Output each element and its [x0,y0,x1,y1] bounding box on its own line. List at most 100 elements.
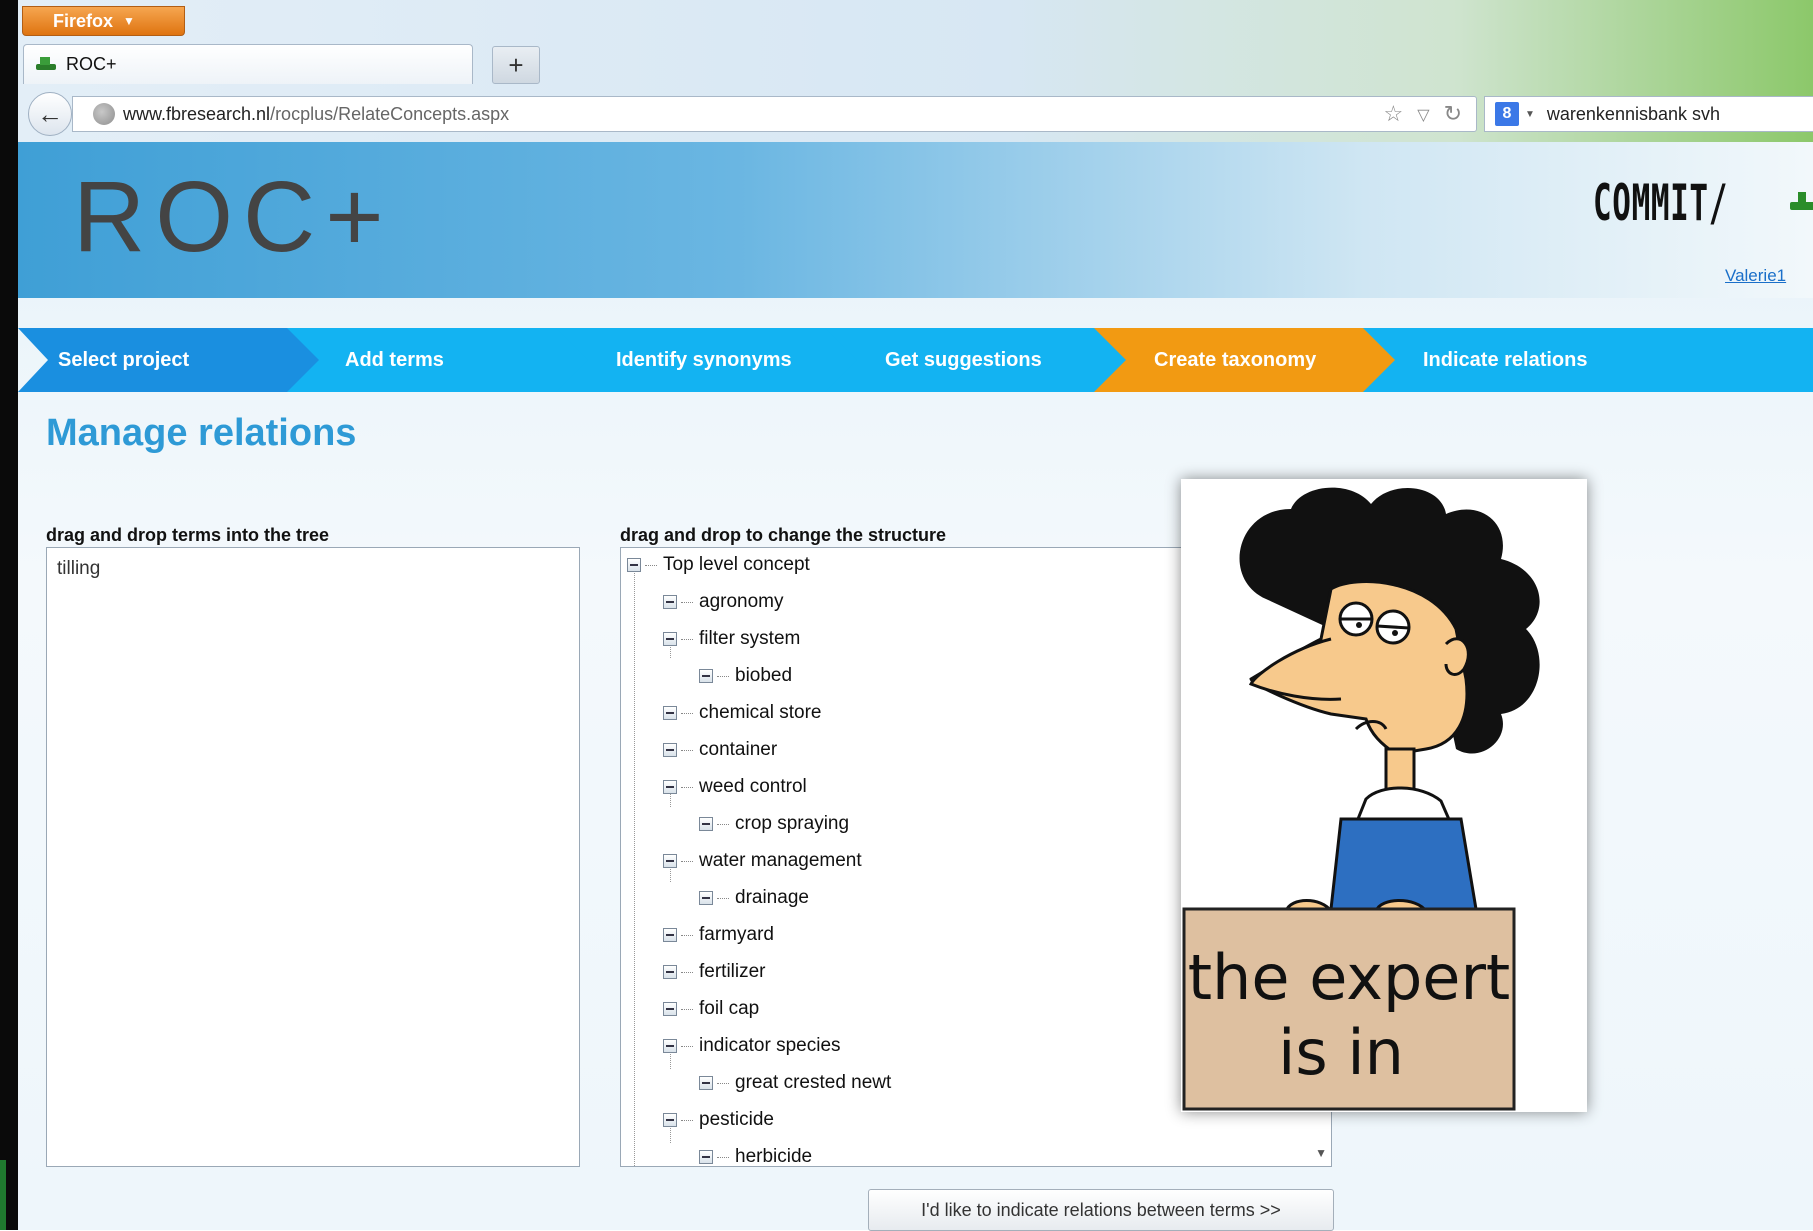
tree-node-label: water management [699,850,862,871]
tree-node-label: pesticide [699,1109,774,1130]
tree-label: drag and drop to change the structure [620,525,947,545]
site-logo[interactable]: ROC+ [73,160,394,275]
tractor-icon [34,56,60,74]
collapse-icon[interactable] [699,817,713,831]
tree-connector [681,1008,693,1010]
collapse-icon[interactable] [699,1076,713,1090]
step-indicate-relations[interactable]: Indicate relations [1363,328,1813,392]
search-engine-icon[interactable]: 8 [1495,102,1519,126]
tree-node-label: crop spraying [735,813,850,834]
tree-node[interactable]: fertilizer [663,958,766,986]
tree-connector [681,934,693,936]
tree-node-label: fertilizer [699,961,766,982]
commit-logo: COMMIT/ [1593,174,1728,232]
firefox-menu-button[interactable]: Firefox ▼ [22,6,185,36]
step-label: Create taxonomy [1154,348,1317,371]
tree-node[interactable]: biobed [699,662,792,690]
collapse-icon[interactable] [663,965,677,979]
browser-tab[interactable]: ROC+ [23,44,473,84]
collapse-icon[interactable] [663,706,677,720]
tree-node[interactable]: indicator species [663,1032,841,1060]
collapse-icon[interactable] [699,891,713,905]
tree-node[interactable]: Top level concept [627,551,810,579]
url-bar[interactable]: www.fbresearch.nl/rocplus/RelateConcepts… [72,96,1477,132]
tree-node-label: agronomy [699,591,784,612]
dropdown-arrow-icon[interactable]: ▽ [1417,105,1429,127]
tree-node[interactable]: water management [663,847,862,875]
tree-node-label: filter system [699,628,801,649]
page-title: Manage relations [46,412,357,454]
tree-node[interactable]: great crested newt [699,1069,891,1097]
new-tab-button[interactable]: + [492,46,540,84]
tree-node[interactable]: chemical store [663,699,822,727]
tree-node-label: Top level concept [663,554,810,575]
globe-icon [93,103,115,125]
collapse-icon[interactable] [699,669,713,683]
url-domain: www.fbresearch.nl [123,103,271,124]
collapse-icon[interactable] [663,632,677,646]
tree-connector [681,749,693,751]
url-actions: ☆ ▽ ↻ [1384,101,1462,127]
tree-connector [681,601,693,603]
firefox-menu-label: Firefox [53,10,114,31]
tree-node[interactable]: drainage [699,884,809,912]
chevron-down-icon[interactable]: ▼ [1525,109,1535,120]
tree-connector [645,564,657,566]
terms-list[interactable]: tilling [46,547,580,1167]
collapse-icon[interactable] [663,854,677,868]
tab-title: ROC+ [66,54,117,74]
tree-node[interactable]: foil cap [663,995,759,1023]
search-bar[interactable]: 8 ▼ warenkennisbank svh [1484,96,1813,132]
collapse-icon[interactable] [663,928,677,942]
tree-node[interactable]: container [663,736,777,764]
collapse-icon[interactable] [627,558,641,572]
desktop-edge-accent [0,1160,6,1230]
tree-connector [681,786,693,788]
user-link[interactable]: Valerie1 [1725,266,1786,286]
scroll-down-icon[interactable]: ▼ [1315,1146,1327,1160]
sign-line-1: the expert [1188,941,1511,1014]
site-header: ROC+ COMMIT/ Valerie1 [18,142,1813,298]
collapse-icon[interactable] [663,1002,677,1016]
tree-connector [681,860,693,862]
tree-connector [717,823,729,825]
collapse-icon[interactable] [663,595,677,609]
collapse-icon[interactable] [663,743,677,757]
term-item[interactable]: tilling [57,558,569,580]
step-label: Identify synonyms [616,348,792,371]
tree-connector [681,1045,693,1047]
tree-node-label: biobed [735,665,793,686]
url-path: /rocplus/RelateConcepts.aspx [270,103,510,124]
tree-node[interactable]: weed control [663,773,807,801]
plus-icon: + [508,49,524,80]
tree-node[interactable]: herbicide [699,1143,813,1167]
back-button[interactable]: ← [28,92,72,136]
tree-connector [634,570,635,1166]
desktop-edge [0,0,18,1230]
tree-connector [717,675,729,677]
reload-icon[interactable]: ↻ [1444,101,1462,127]
tree-node[interactable]: filter system [663,625,800,653]
tree-node[interactable]: crop spraying [699,810,849,838]
expert-cartoon-image: the expert is in [1181,479,1587,1112]
collapse-icon[interactable] [663,780,677,794]
tree-node-label: herbicide [735,1146,813,1167]
bookmark-star-icon[interactable]: ☆ [1384,101,1404,127]
tree-node-label: drainage [735,887,809,908]
collapse-icon[interactable] [699,1150,713,1164]
tree-node[interactable]: farmyard [663,921,774,949]
indicate-relations-button[interactable]: I'd like to indicate relations between t… [868,1189,1334,1231]
tree-node[interactable]: pesticide [663,1106,774,1134]
tree-connector [681,638,693,640]
collapse-icon[interactable] [663,1113,677,1127]
tree-node-label: foil cap [699,998,760,1019]
partner-logo-icon [1790,192,1813,210]
step-label: Indicate relations [1423,348,1588,371]
tree-connector [681,712,693,714]
tree-connector [681,971,693,973]
collapse-icon[interactable] [663,1039,677,1053]
tree-connector [717,897,729,899]
sign-line-2: is in [1278,1016,1404,1089]
tree-node-label: farmyard [699,924,774,945]
tree-node[interactable]: agronomy [663,588,784,616]
